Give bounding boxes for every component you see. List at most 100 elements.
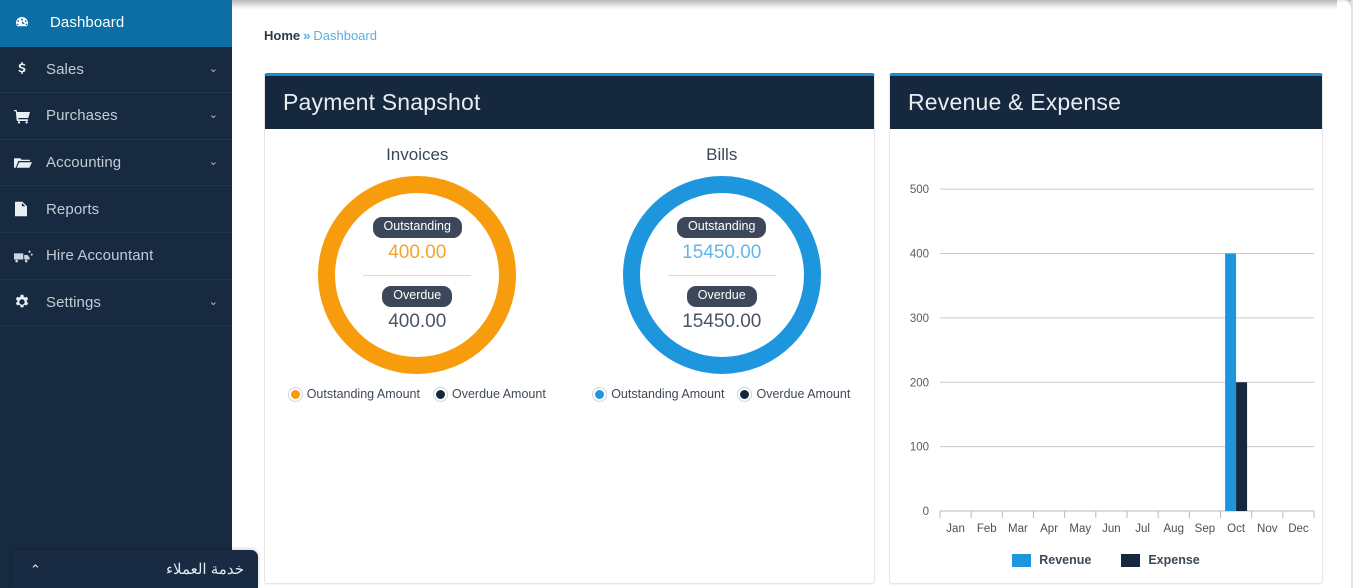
legend-dot-icon — [288, 387, 302, 401]
svg-text:Apr: Apr — [1040, 523, 1058, 535]
invoices-outstanding-badge: Outstanding — [372, 217, 462, 238]
svg-text:300: 300 — [910, 313, 929, 325]
sidebar-item-label: Settings — [46, 293, 101, 311]
donut-legend-row: Outstanding Amount Overdue Amount Outsta… — [265, 387, 874, 401]
legend-dot-icon — [433, 387, 447, 401]
sidebar-item-label: Sales — [46, 60, 85, 78]
legend-item-expense[interactable]: Expense — [1121, 553, 1200, 567]
bills-caption: Bills — [706, 145, 738, 164]
invoices-legend: Outstanding Amount Overdue Amount — [265, 387, 570, 401]
gear-icon — [14, 294, 40, 310]
legend-label: Overdue Amount — [451, 387, 546, 401]
legend-label: Expense — [1148, 553, 1200, 567]
breadcrumb-separator-icon: » — [303, 28, 311, 43]
truck-icon — [14, 249, 40, 263]
legend-dot-icon — [738, 387, 752, 401]
bills-outstanding-value: 15450.00 — [682, 242, 762, 263]
sidebar-item-label: Hire Accountant — [46, 247, 154, 265]
legend-label: Overdue Amount — [756, 387, 851, 401]
revenue-expense-body: 0 100 200 300 400 500 Jan Feb Mar Apr May Jun Jul Aug… — [890, 129, 1322, 583]
chevron-down-icon: ⌄ — [208, 62, 218, 75]
invoices-overdue-badge: Overdue — [382, 286, 453, 307]
sidebar-item-label: Accounting — [46, 154, 122, 172]
bills-legend: Outstanding Amount Overdue Amount — [570, 387, 875, 401]
bills-donut-chart[interactable]: Outstanding 15450.00 Overdue 15450.00 — [622, 176, 821, 374]
breadcrumb-current[interactable]: Dashboard — [313, 28, 377, 43]
legend-swatch-icon — [1121, 553, 1141, 567]
page-top-strip — [232, 0, 1353, 9]
payment-snapshot-card: Payment Snapshot Invoices Outstanding 40… — [264, 73, 875, 584]
revenue-expense-title: Revenue & Expense — [908, 89, 1122, 115]
divider — [363, 275, 472, 276]
donut-row: Invoices Outstanding 400.00 Overdue 400.… — [265, 129, 874, 374]
revenue-expense-card: Revenue & Expense 0 100 200 300 400 500 Jan Feb… — [889, 73, 1323, 584]
svg-text:0: 0 — [923, 506, 929, 518]
legend-item-revenue[interactable]: Revenue — [1012, 553, 1091, 567]
dollar-icon — [14, 61, 40, 77]
svg-text:Sep: Sep — [1195, 523, 1215, 535]
document-icon — [14, 201, 40, 217]
invoices-donut-group: Invoices Outstanding 400.00 Overdue 400.… — [265, 145, 570, 374]
invoices-caption: Invoices — [386, 145, 449, 164]
chevron-down-icon: ⌄ — [208, 156, 218, 169]
folder-open-icon — [14, 155, 40, 171]
sidebar-item-dashboard[interactable]: Dashboard — [0, 0, 232, 47]
invoices-outstanding-value: 400.00 — [388, 242, 447, 263]
svg-text:Feb: Feb — [977, 523, 997, 535]
invoices-donut-chart[interactable]: Outstanding 400.00 Overdue 400.00 — [318, 176, 517, 374]
sidebar-item-label: Dashboard — [50, 14, 125, 32]
breadcrumb: Home» Dashboard — [264, 28, 377, 43]
payment-snapshot-title: Payment Snapshot — [283, 89, 481, 115]
sidebar-item-label: Reports — [46, 200, 100, 218]
sidebar-item-label: Purchases — [46, 107, 118, 125]
dashboard-page: Dashboard Sales ⌄ Purchases ⌄ Accounting… — [0, 0, 1353, 588]
legend-item[interactable]: Outstanding Amount — [593, 387, 724, 401]
bills-overdue-value: 15450.00 — [682, 310, 762, 332]
svg-text:Nov: Nov — [1257, 523, 1278, 535]
revenue-expense-header: Revenue & Expense — [890, 76, 1322, 129]
svg-text:500: 500 — [910, 184, 929, 196]
svg-text:Dec: Dec — [1288, 523, 1309, 535]
bills-overdue-badge: Overdue — [686, 286, 757, 307]
sidebar: Dashboard Sales ⌄ Purchases ⌄ Accounting… — [0, 0, 232, 588]
bar-chart-svg[interactable]: 0 100 200 300 400 500 Jan Feb Mar Apr May Jun Jul Aug… — [890, 129, 1322, 584]
cart-icon — [14, 108, 40, 124]
chevron-up-icon[interactable]: ⌃ — [30, 563, 41, 576]
svg-text:100: 100 — [910, 442, 929, 454]
divider — [667, 275, 776, 276]
invoices-overdue-value: 400.00 — [388, 310, 447, 332]
breadcrumb-home[interactable]: Home — [264, 28, 300, 43]
bills-outstanding-badge: Outstanding — [677, 217, 767, 238]
customer-service-chat-widget[interactable]: ⌃ خدمة العملاء — [12, 550, 258, 588]
payment-snapshot-header: Payment Snapshot — [265, 76, 874, 129]
chart-legend: Revenue Expense — [890, 553, 1322, 567]
legend-label: Revenue — [1039, 553, 1092, 567]
svg-text:Jan: Jan — [946, 523, 965, 535]
sidebar-item-settings[interactable]: Settings ⌄ — [0, 280, 232, 327]
svg-text:Mar: Mar — [1008, 523, 1028, 535]
sidebar-item-hire-accountant[interactable]: Hire Accountant — [0, 233, 232, 280]
dashboard-gauge-icon — [14, 15, 40, 31]
chevron-down-icon: ⌄ — [208, 109, 218, 122]
chevron-down-icon: ⌄ — [208, 295, 218, 308]
svg-text:200: 200 — [910, 377, 929, 389]
legend-item[interactable]: Outstanding Amount — [288, 387, 420, 401]
payment-snapshot-body: Invoices Outstanding 400.00 Overdue 400.… — [265, 129, 874, 583]
legend-dot-icon — [593, 387, 607, 401]
svg-text:Jul: Jul — [1135, 523, 1150, 535]
sidebar-item-purchases[interactable]: Purchases ⌄ — [0, 93, 232, 140]
svg-text:Oct: Oct — [1227, 523, 1246, 535]
legend-item[interactable]: Overdue Amount — [738, 387, 850, 401]
legend-swatch-icon — [1012, 553, 1032, 567]
svg-text:May: May — [1069, 523, 1091, 535]
bills-donut-group: Bills Outstanding 15450.00 Overdue 15450… — [570, 145, 875, 374]
sidebar-item-accounting[interactable]: Accounting ⌄ — [0, 140, 232, 187]
svg-text:Aug: Aug — [1164, 523, 1184, 535]
svg-text:Jun: Jun — [1102, 523, 1121, 535]
sidebar-item-sales[interactable]: Sales ⌄ — [0, 47, 232, 94]
revenue-expense-chart[interactable]: 0 100 200 300 400 500 Jan Feb Mar Apr May Jun Jul Aug… — [890, 129, 1322, 583]
sidebar-item-reports[interactable]: Reports — [0, 186, 232, 233]
legend-label: Outstanding Amount — [306, 387, 420, 401]
legend-item[interactable]: Overdue Amount — [433, 387, 546, 401]
svg-text:400: 400 — [910, 249, 929, 261]
